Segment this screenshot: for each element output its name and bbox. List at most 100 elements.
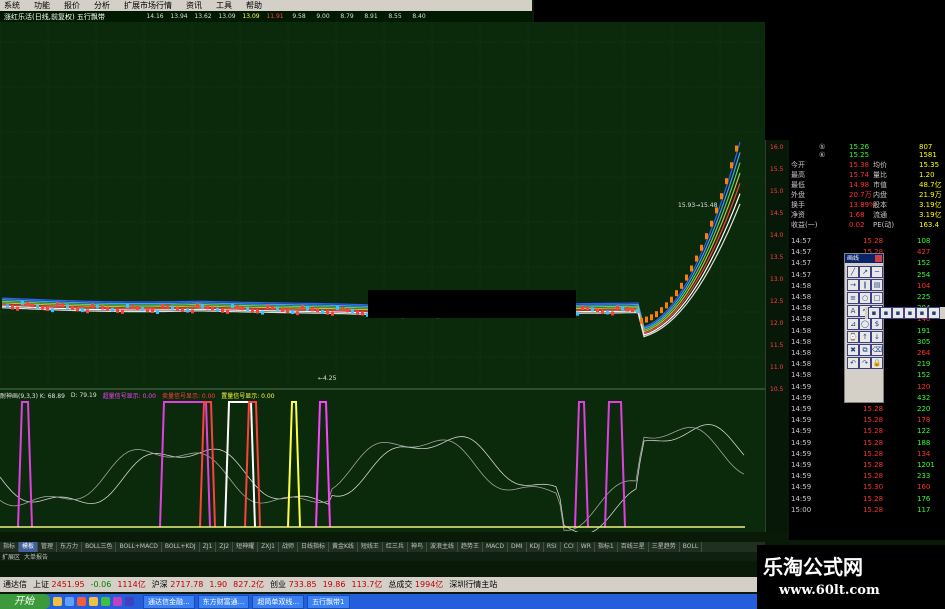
tab-24[interactable]: WR	[578, 542, 595, 552]
mini-tool-icon[interactable]: ▪	[904, 307, 916, 319]
speed-icon[interactable]: ⊿	[847, 318, 859, 330]
price-tick: 11.5	[770, 342, 784, 349]
media-icon[interactable]	[77, 597, 86, 606]
menu-item-2[interactable]: 报价	[60, 0, 90, 11]
tab-15[interactable]: 红三兵	[383, 542, 408, 552]
tick-price: 15.28	[863, 461, 884, 469]
taskbar-task-1[interactable]: 东方财富通...	[197, 594, 250, 609]
fib-icon[interactable]: ≡	[847, 292, 859, 304]
del-icon[interactable]: ✖	[847, 344, 859, 356]
tab-13[interactable]: 黄金K线	[329, 542, 358, 552]
menu-item-5[interactable]: 资讯	[182, 0, 212, 11]
tab-11[interactable]: 战师	[279, 542, 298, 552]
taskbar-task-0[interactable]: 通达信金融...	[143, 594, 195, 609]
tab-25[interactable]: 指标1	[595, 542, 618, 552]
menu-item-4[interactable]: 扩展市场行情	[120, 0, 182, 11]
lock-icon[interactable]: 🔒	[871, 357, 883, 369]
candle	[26, 302, 29, 307]
taskbar-task-3[interactable]: 五行飘带1	[307, 594, 350, 609]
extra-tab-1[interactable]: 大单报告	[24, 552, 48, 561]
status-item: 1.90	[206, 580, 230, 589]
candle	[735, 145, 738, 152]
text-icon[interactable]: A	[847, 305, 859, 317]
tab-8[interactable]: ZJ2	[216, 542, 234, 552]
status-label: 创业	[270, 580, 287, 589]
tab-14[interactable]: 短线王	[358, 542, 383, 552]
mini-tool-icon[interactable]: ▪	[880, 307, 892, 319]
tab-6[interactable]: BOLL+KDJ	[162, 542, 200, 552]
tab-12[interactable]: 日线指标	[298, 542, 329, 552]
copy-icon[interactable]: ⧉	[859, 344, 871, 356]
undo-icon[interactable]: ↶	[847, 357, 859, 369]
tab-26[interactable]: 百线三星	[618, 542, 649, 552]
ray-icon[interactable]: ↗	[859, 266, 871, 278]
mini-tool-icon[interactable]: ▪	[928, 307, 940, 319]
app3-icon[interactable]	[125, 597, 134, 606]
redo-icon[interactable]: ↷	[859, 357, 871, 369]
rect-icon[interactable]: □	[871, 292, 883, 304]
up-icon[interactable]: ↑	[859, 331, 871, 343]
drawing-toolbox[interactable]: 画线 ╱↗─→∥▤≡○□A∿✕⊿◯$⌚↑↓✖⧉⌫↶↷🔒	[844, 253, 884, 403]
start-button[interactable]: 开始	[0, 594, 50, 609]
parallel-icon[interactable]: ∥	[859, 279, 871, 291]
tab-20[interactable]: DMI	[508, 542, 527, 552]
taskbar-task-2[interactable]: 超简单双线...	[252, 594, 305, 609]
candle	[211, 306, 214, 311]
desktop-icon[interactable]	[65, 597, 74, 606]
mini-toolbar[interactable]: ▪ ▪ ▪ ▪ ▪ ▪	[865, 307, 945, 319]
extra-tabs[interactable]: 扩展区 大单报告	[0, 552, 767, 561]
candle	[361, 311, 364, 316]
kline-chart[interactable]	[0, 22, 769, 534]
market-status-bar: 通达信 上证 2451.95 -0.06 1114亿 沪深 2717.78 1.90…	[0, 577, 760, 592]
menu-item-0[interactable]: 系统	[0, 0, 30, 11]
chart-area[interactable]	[0, 22, 769, 534]
tab-23[interactable]: CCI	[561, 542, 578, 552]
menu-item-7[interactable]: 帮助	[242, 0, 272, 11]
line-icon[interactable]: ╱	[847, 266, 859, 278]
mini-tool-icon[interactable]: ▪	[868, 307, 880, 319]
tick-time: 14:57	[791, 259, 812, 268]
tab-21[interactable]: KDJ	[527, 542, 544, 552]
down-icon[interactable]: ↓	[871, 331, 883, 343]
erase-icon[interactable]: ⌫	[871, 344, 883, 356]
candle	[216, 307, 219, 312]
app-icon[interactable]	[101, 597, 110, 606]
ellipse-icon[interactable]: ◯	[859, 318, 871, 330]
tab-19[interactable]: MACD	[483, 542, 508, 552]
tab-4[interactable]: BOLL三色	[82, 542, 117, 552]
price-icon[interactable]: $	[871, 318, 883, 330]
tab-16[interactable]: 神鸟	[408, 542, 427, 552]
tab-1[interactable]: 模板	[19, 542, 39, 552]
mini-tool-icon[interactable]: ▪	[916, 307, 928, 319]
tab-27[interactable]: 三星趋势	[649, 542, 680, 552]
mini-tool-icon[interactable]: ▪	[892, 307, 904, 319]
folder-icon[interactable]	[89, 597, 98, 606]
tab-7[interactable]: ZJ1	[200, 542, 217, 552]
menu-item-1[interactable]: 功能	[30, 0, 60, 11]
arrow-icon[interactable]: →	[847, 279, 859, 291]
tab-3[interactable]: 东方力	[57, 542, 83, 552]
tab-0[interactable]: 指标	[0, 542, 20, 552]
time-icon[interactable]: ⌚	[847, 331, 859, 343]
menu-item-6[interactable]: 工具	[212, 0, 242, 11]
candle	[650, 314, 653, 321]
extra-tab-0[interactable]: 扩展区	[2, 552, 20, 561]
tab-28[interactable]: BOLL	[680, 542, 703, 552]
ie-icon[interactable]	[53, 597, 62, 606]
toolbox-title[interactable]: 画线	[845, 254, 883, 263]
circle-icon[interactable]: ○	[859, 292, 871, 304]
candle	[51, 308, 54, 313]
indicator-tabs[interactable]: 指标 模板 管理 东方力 BOLL三色 BOLL+MACD BOLL+KDJ ZJ1 ZJ2 短神…	[0, 542, 765, 552]
menu-item-3[interactable]: 分析	[90, 0, 120, 11]
tab-9[interactable]: 短神耀	[233, 542, 259, 552]
segment-icon[interactable]: ─	[871, 266, 883, 278]
tab-22[interactable]: RSI	[544, 542, 561, 552]
app2-icon[interactable]	[113, 597, 122, 606]
close-icon[interactable]	[875, 255, 882, 262]
tab-17[interactable]: 波浪主线	[427, 542, 458, 552]
tab-5[interactable]: BOLL+MACD	[116, 542, 162, 552]
tab-2[interactable]: 管理	[38, 542, 58, 552]
tab-10[interactable]: ZXJ1	[258, 542, 279, 552]
tab-18[interactable]: 趋势王	[458, 542, 483, 552]
channel-icon[interactable]: ▤	[871, 279, 883, 291]
